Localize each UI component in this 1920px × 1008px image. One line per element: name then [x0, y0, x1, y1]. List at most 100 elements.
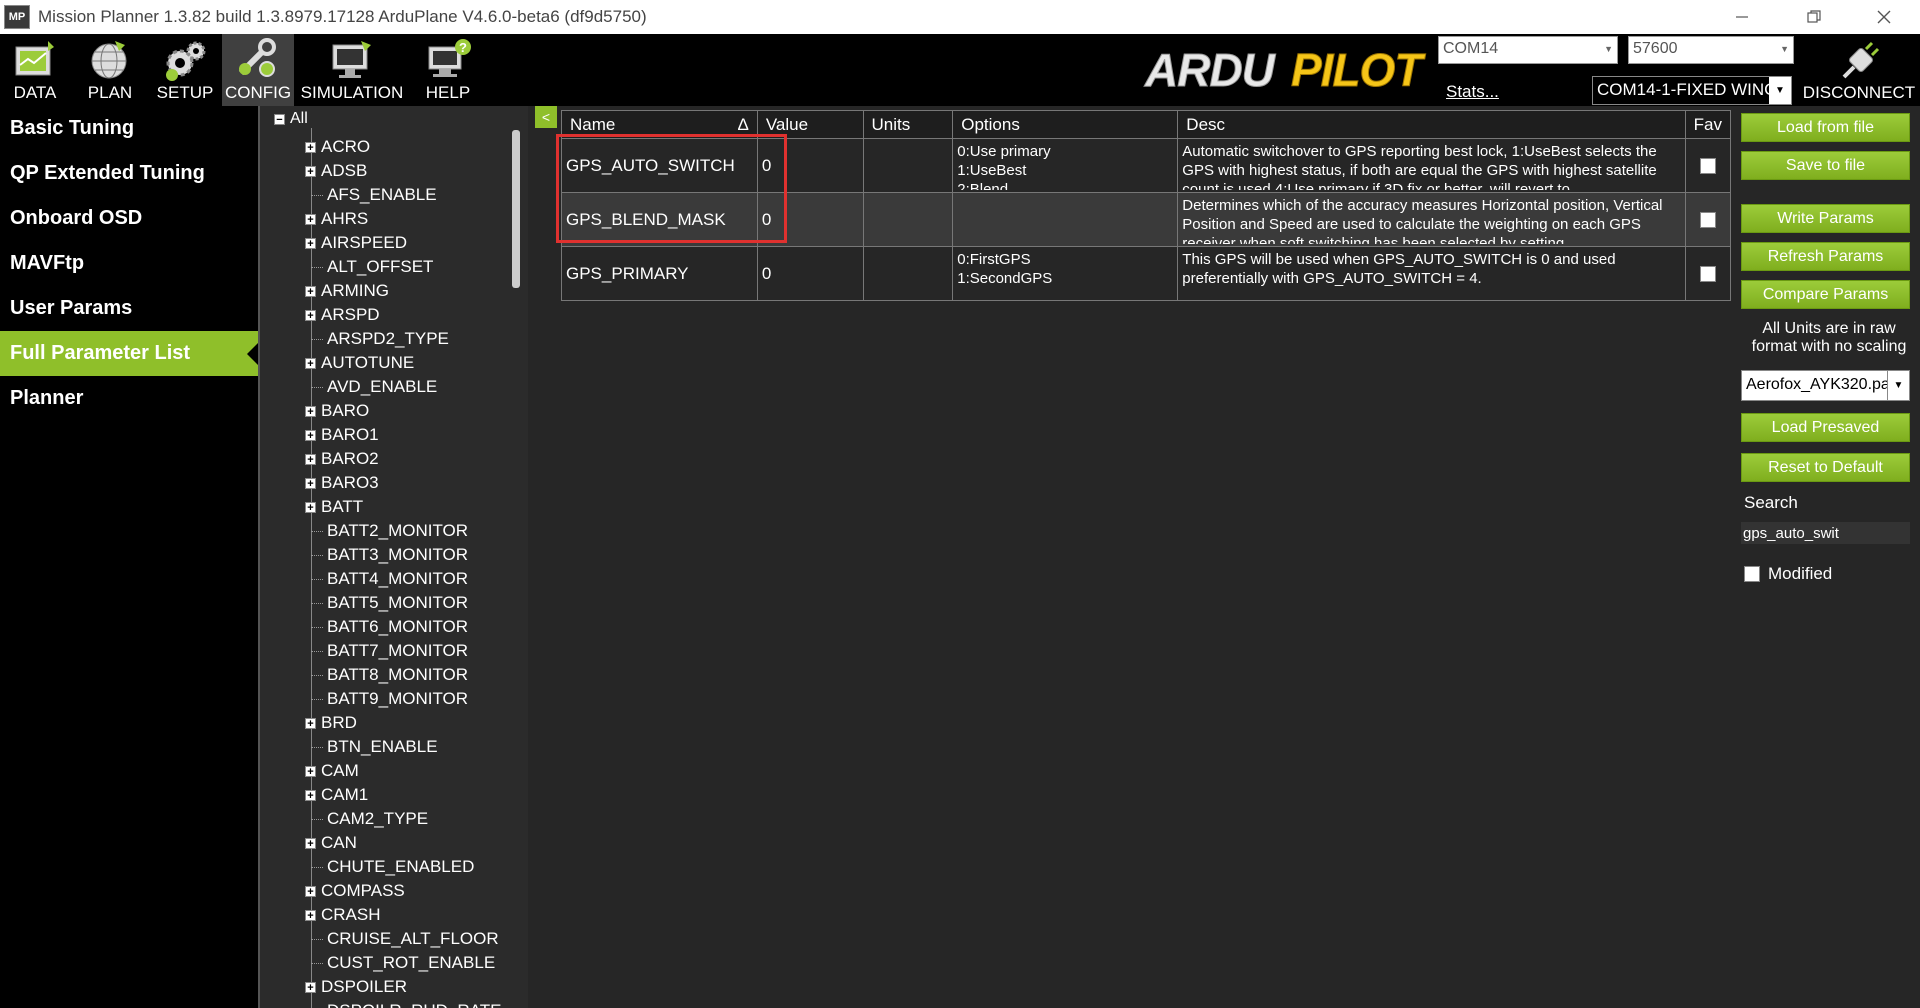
tree-item[interactable]: + BATT: [305, 496, 363, 518]
tree-item[interactable]: BTN_ENABLE: [311, 736, 438, 758]
tree-item[interactable]: + CAM: [305, 760, 359, 782]
tree-item[interactable]: + COMPASS: [305, 880, 405, 902]
expand-icon[interactable]: +: [305, 429, 316, 441]
expand-icon[interactable]: +: [305, 357, 316, 369]
load-from-file-button[interactable]: Load from file: [1741, 113, 1910, 142]
tree-item[interactable]: CRUISE_ALT_FLOOR: [311, 928, 499, 950]
expand-icon[interactable]: +: [305, 789, 316, 801]
side-menu-user-params[interactable]: User Params: [0, 286, 258, 331]
baud-select[interactable]: 57600 ▼: [1628, 36, 1794, 64]
expand-icon[interactable]: +: [305, 453, 316, 465]
fav-checkbox[interactable]: [1699, 157, 1716, 174]
close-button[interactable]: [1848, 0, 1920, 34]
tree-item[interactable]: ARSPD2_TYPE: [311, 328, 449, 350]
expand-icon[interactable]: +: [305, 285, 316, 297]
tree-item[interactable]: + BARO3: [305, 472, 379, 494]
modified-filter[interactable]: Modified: [1744, 564, 1832, 584]
tree-item[interactable]: CAM2_TYPE: [311, 808, 428, 830]
param-value-cell[interactable]: 0: [756, 246, 864, 301]
tree-item[interactable]: AVD_ENABLE: [311, 376, 437, 398]
toolbar-simulation-button[interactable]: SIMULATION: [296, 34, 408, 106]
fav-checkbox[interactable]: [1699, 211, 1716, 228]
expand-icon[interactable]: +: [305, 981, 316, 993]
tree-item[interactable]: + CAN: [305, 832, 357, 854]
tree-item[interactable]: + AIRSPEED: [305, 232, 407, 254]
compare-params-button[interactable]: Compare Params: [1741, 280, 1910, 309]
minimize-button[interactable]: [1706, 0, 1778, 34]
expand-icon[interactable]: +: [305, 165, 316, 177]
expand-icon[interactable]: +: [305, 909, 316, 921]
expand-icon[interactable]: +: [305, 717, 316, 729]
tree-item[interactable]: + CAM1: [305, 784, 368, 806]
tree-item[interactable]: BATT2_MONITOR: [311, 520, 468, 542]
tree-item[interactable]: AFS_ENABLE: [311, 184, 437, 206]
expand-icon[interactable]: +: [305, 213, 316, 225]
toolbar-config-button[interactable]: CONFIG: [222, 34, 294, 106]
refresh-params-button[interactable]: Refresh Params: [1741, 242, 1910, 271]
expand-icon[interactable]: +: [305, 309, 316, 321]
toolbar-data-button[interactable]: DATA: [0, 34, 70, 106]
connection-select[interactable]: COM14-1-FIXED WING ▼: [1592, 76, 1792, 105]
tree-item[interactable]: + BARO2: [305, 448, 379, 470]
stats-link[interactable]: Stats...: [1446, 82, 1499, 102]
tree-item[interactable]: + BARO1: [305, 424, 379, 446]
tree-item[interactable]: BATT5_MONITOR: [311, 592, 468, 614]
column-header-fav[interactable]: Fav: [1684, 110, 1732, 139]
tree-scrollbar[interactable]: [508, 106, 526, 1008]
tree-item[interactable]: + BRD: [305, 712, 357, 734]
tree-item[interactable]: DSPOILR_RUD_RATE: [311, 1000, 501, 1008]
expand-icon[interactable]: +: [305, 405, 316, 417]
side-menu-planner[interactable]: Planner: [0, 376, 258, 421]
collapse-tree-button[interactable]: <: [535, 106, 557, 128]
tree-item[interactable]: BATT8_MONITOR: [311, 664, 468, 686]
tree-item[interactable]: + ACRO: [305, 136, 370, 158]
tree-item[interactable]: BATT4_MONITOR: [311, 568, 468, 590]
tree-item[interactable]: + BARO: [305, 400, 369, 422]
tree-item[interactable]: + CRASH: [305, 904, 381, 926]
modified-checkbox[interactable]: [1744, 566, 1760, 582]
load-presaved-button[interactable]: Load Presaved: [1741, 413, 1910, 442]
tree-item[interactable]: + AHRS: [305, 208, 368, 230]
reset-to-default-button[interactable]: Reset to Default: [1741, 453, 1910, 482]
expand-icon[interactable]: +: [305, 237, 316, 249]
side-menu-mavftp[interactable]: MAVFtp: [0, 241, 258, 286]
expand-icon[interactable]: +: [305, 837, 316, 849]
table-row[interactable]: GPS_PRIMARY 0 0:FirstGPS 1:SecondGPS Thi…: [561, 246, 1732, 301]
tree-item[interactable]: + ADSB: [305, 160, 367, 182]
side-menu-onboard-osd[interactable]: Onboard OSD: [0, 196, 258, 241]
tree-item[interactable]: BATT7_MONITOR: [311, 640, 468, 662]
side-menu-basic-tuning[interactable]: Basic Tuning: [0, 106, 258, 151]
tree-item[interactable]: + AUTOTUNE: [305, 352, 414, 374]
port-select[interactable]: COM14 ▼: [1438, 36, 1618, 64]
restore-button[interactable]: [1778, 0, 1850, 34]
fav-checkbox[interactable]: [1699, 265, 1716, 282]
expand-icon[interactable]: +: [305, 885, 316, 897]
scrollbar-thumb[interactable]: [512, 130, 520, 288]
toolbar-setup-button[interactable]: SETUP: [148, 34, 222, 106]
search-input[interactable]: [1741, 522, 1910, 544]
column-header-units[interactable]: Units: [862, 110, 954, 139]
save-to-file-button[interactable]: Save to file: [1741, 151, 1910, 180]
expand-icon[interactable]: +: [305, 501, 316, 513]
tree-item[interactable]: CHUTE_ENABLED: [311, 856, 474, 878]
tree-item[interactable]: ALT_OFFSET: [311, 256, 433, 278]
toolbar-plan-button[interactable]: PLAN: [72, 34, 148, 106]
column-header-options[interactable]: Options: [952, 110, 1179, 139]
tree-item[interactable]: + DSPOILER: [305, 976, 407, 998]
tree-item[interactable]: + ARMING: [305, 280, 389, 302]
tree-item[interactable]: BATT9_MONITOR: [311, 688, 468, 710]
write-params-button[interactable]: Write Params: [1741, 204, 1910, 233]
disconnect-button[interactable]: DISCONNECT: [1800, 34, 1918, 106]
side-menu-full-parameter-list[interactable]: Full Parameter List: [0, 331, 258, 376]
side-menu-qp-extended-tuning[interactable]: QP Extended Tuning: [0, 151, 258, 196]
expand-icon[interactable]: +: [305, 141, 316, 153]
tree-item[interactable]: BATT6_MONITOR: [311, 616, 468, 638]
toolbar-help-button[interactable]: ? HELP: [410, 34, 486, 106]
collapse-icon[interactable]: −: [274, 113, 285, 125]
tree-item[interactable]: CUST_ROT_ENABLE: [311, 952, 495, 974]
tree-item[interactable]: BATT3_MONITOR: [311, 544, 468, 566]
expand-icon[interactable]: +: [305, 477, 316, 489]
column-header-desc[interactable]: Desc: [1177, 110, 1686, 139]
expand-icon[interactable]: +: [305, 765, 316, 777]
param-name-cell[interactable]: GPS_PRIMARY: [561, 246, 758, 301]
